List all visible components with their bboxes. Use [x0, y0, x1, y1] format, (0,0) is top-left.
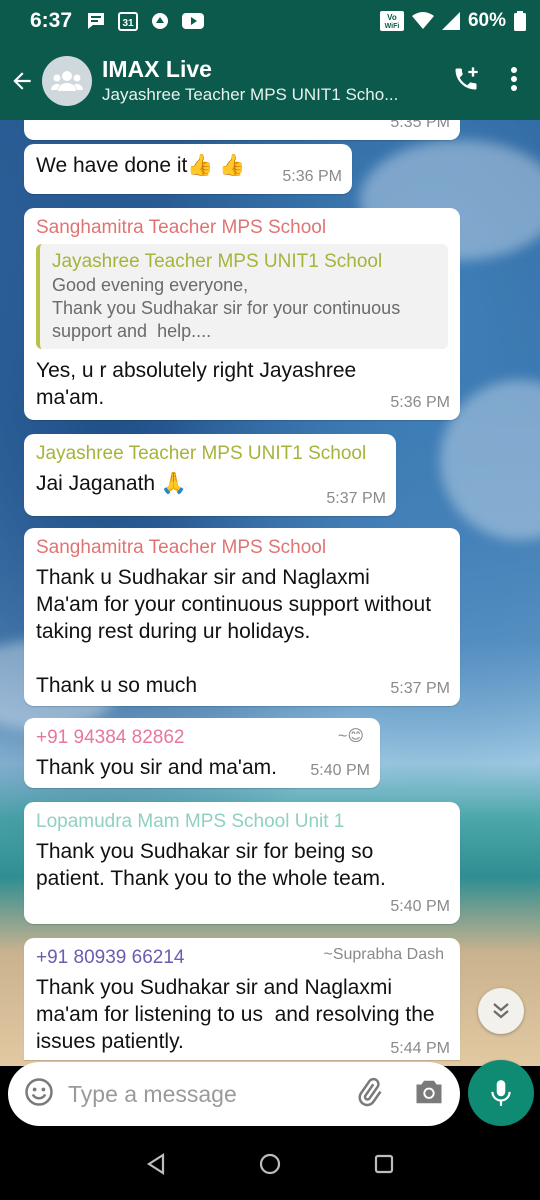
attach-button[interactable]	[354, 1077, 384, 1112]
app-icon	[150, 11, 170, 31]
message-bubble[interactable]: 5:35 PM	[24, 120, 460, 140]
sender-pushname: ~😊	[337, 728, 364, 745]
menu-button[interactable]	[510, 66, 518, 97]
message-time: 5:37 PM	[326, 490, 386, 507]
message-time: 5:40 PM	[390, 898, 450, 915]
chat-area[interactable]: 5:35 PM We have done it👍 👍 5:36 PM Sangh…	[0, 120, 540, 1066]
message-composer[interactable]: Type a message	[8, 1062, 460, 1126]
home-nav-button[interactable]	[258, 1152, 282, 1181]
sender-pushname: ~Suprabha Dash	[323, 946, 444, 963]
triangle-back-icon	[146, 1152, 165, 1175]
vowifi-line2: WiFi	[385, 23, 400, 30]
chat-header: IMAX Live Jayashree Teacher MPS UNIT1 Sc…	[0, 42, 540, 120]
message-sender: +91 94384 82862	[36, 727, 185, 748]
calendar-day-text: 31	[122, 18, 134, 29]
recents-nav-button[interactable]	[372, 1152, 396, 1181]
group-avatar[interactable]	[42, 56, 92, 106]
camera-button[interactable]	[414, 1078, 444, 1111]
message-time: 5:36 PM	[390, 394, 450, 411]
battery-icon	[514, 11, 526, 31]
calendar-31-icon: 31	[118, 11, 139, 31]
chat-subtitle: Jayashree Teacher MPS UNIT1 Scho...	[102, 85, 399, 104]
message-bubble[interactable]: Sanghamitra Teacher MPS School Jayashree…	[24, 208, 460, 420]
more-vert-icon	[511, 66, 517, 91]
voice-message-button[interactable]	[468, 1060, 534, 1126]
double-chevron-down-icon	[493, 1003, 509, 1019]
message-bubble[interactable]: Sanghamitra Teacher MPS School Thank u S…	[24, 528, 460, 706]
message-bubble[interactable]: We have done it👍 👍 5:36 PM	[24, 144, 352, 194]
vowifi-line1: Vo	[387, 13, 397, 22]
back-nav-button[interactable]	[144, 1152, 168, 1181]
back-button[interactable]	[2, 68, 42, 94]
chat-notification-icon	[86, 11, 106, 31]
message-bubble[interactable]: Jayashree Teacher MPS UNIT1 School Jai J…	[24, 434, 396, 516]
quoted-text: Good evening everyone, Thank you Sudhaka…	[52, 275, 401, 341]
add-call-button[interactable]	[452, 65, 480, 98]
message-sender: Sanghamitra Teacher MPS School	[36, 537, 327, 558]
message-time: 5:44 PM	[390, 1040, 450, 1057]
camera-icon	[416, 1080, 442, 1103]
message-time: 5:37 PM	[390, 680, 450, 697]
signal-icon	[441, 12, 460, 30]
volte-wifi-icon: Vo WiFi	[379, 11, 404, 31]
message-text: Thank you Sudhakar sir for being so pati…	[36, 840, 386, 890]
status-time: 6:37	[30, 9, 73, 32]
message-text: Thank u Sudhakar sir and Naglaxmi Ma'am …	[36, 566, 432, 697]
message-time: 5:40 PM	[310, 762, 370, 779]
message-text: Yes, u r absolutely right Jayashree ma'a…	[36, 359, 363, 409]
message-input[interactable]: Type a message	[68, 1081, 354, 1108]
message-time: 5:35 PM	[390, 120, 450, 131]
scroll-to-bottom-button[interactable]	[478, 988, 524, 1034]
message-sender: Sanghamitra Teacher MPS School	[36, 217, 327, 238]
message-bubble[interactable]: Lopamudra Mam MPS School Unit 1 Thank yo…	[24, 802, 460, 924]
arrow-left-icon	[13, 72, 31, 90]
group-icon	[51, 71, 83, 91]
quoted-message[interactable]: Jayashree Teacher MPS UNIT1 School Good …	[36, 244, 448, 349]
message-bubble[interactable]: +91 80939 66214 ~Suprabha Dash Thank you…	[24, 938, 460, 1060]
microphone-icon	[491, 1080, 511, 1106]
message-time: 5:36 PM	[282, 168, 342, 185]
system-nav-bar	[0, 1132, 540, 1200]
message-bubble[interactable]: +91 94384 82862 ~😊 Thank you sir and ma'…	[24, 718, 380, 788]
chat-info[interactable]: IMAX Live Jayashree Teacher MPS UNIT1 Sc…	[102, 55, 422, 107]
battery-percent: 60%	[467, 10, 506, 31]
message-sender: Lopamudra Mam MPS School Unit 1	[36, 811, 345, 832]
youtube-icon	[182, 12, 205, 30]
paperclip-icon	[358, 1077, 382, 1106]
quoted-author: Jayashree Teacher MPS UNIT1 School	[52, 251, 383, 272]
square-recents-icon	[374, 1154, 394, 1173]
wifi-icon	[411, 12, 434, 30]
circle-home-icon	[259, 1153, 281, 1174]
emoji-button[interactable]	[24, 1077, 54, 1112]
status-bar: 6:37 31 Vo WiFi 60%	[0, 0, 540, 42]
message-text: Thank you Sudhakar sir and Naglaxmi ma'a…	[36, 976, 441, 1053]
message-sender: Jayashree Teacher MPS UNIT1 School	[36, 443, 367, 464]
emoji-icon	[25, 1077, 53, 1106]
chat-title: IMAX Live	[102, 56, 212, 82]
add-call-icon	[455, 66, 478, 89]
